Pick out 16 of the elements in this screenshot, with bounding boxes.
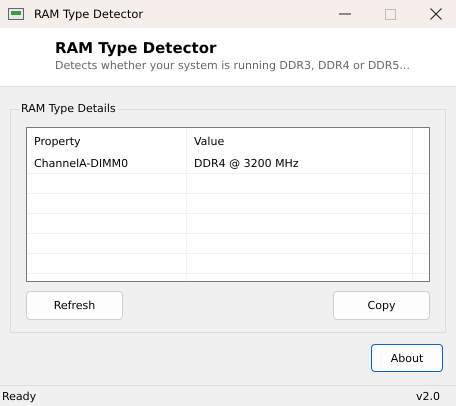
app-description: Detects whether your system is running DDR3, DDR4 or DDR5... — [55, 59, 411, 72]
copy-button[interactable]: Copy — [333, 291, 430, 320]
version-label: v2.0 — [416, 390, 440, 402]
app-heading: RAM Type Detector — [55, 39, 218, 57]
table-cell: ChannelA-DIMM0 — [27, 154, 187, 173]
table-cell: DDR4 @ 3200 MHz — [187, 154, 413, 173]
refresh-button[interactable]: Refresh — [26, 291, 123, 320]
memory-module-icon — [8, 8, 24, 20]
column-header[interactable]: Property — [27, 128, 187, 154]
window-title: RAM Type Detector — [34, 7, 144, 21]
minimize-icon[interactable] — [339, 13, 351, 15]
column-header[interactable]: Value — [187, 128, 413, 154]
about-button[interactable]: About — [371, 344, 443, 372]
close-icon[interactable] — [430, 8, 442, 20]
status-text: Ready — [2, 390, 36, 402]
group-title: RAM Type Details — [19, 102, 118, 115]
